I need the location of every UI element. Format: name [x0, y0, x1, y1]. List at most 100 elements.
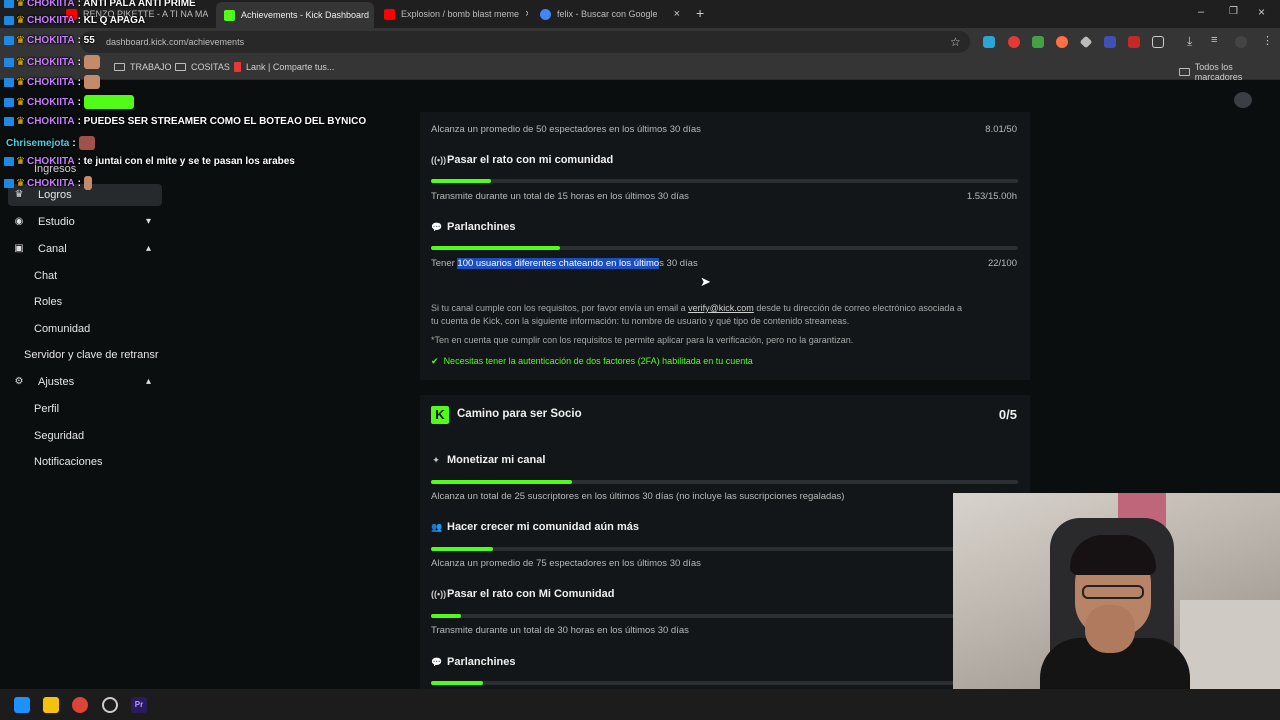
sidebar-item-roles[interactable]: Roles — [34, 296, 62, 308]
gear-icon: ⚙ — [14, 376, 24, 387]
tab-achievements[interactable]: Achievements - Kick Dashboard× — [216, 2, 374, 28]
badge-icon — [4, 36, 14, 45]
maximize-icon[interactable]: ❐ — [1229, 6, 1238, 17]
achievement-title: 👥 Hacer crecer mi comunidad aún más — [431, 521, 639, 533]
channel-icon: ▣ — [14, 243, 24, 254]
close-window-icon[interactable]: × — [1258, 5, 1265, 19]
close-icon[interactable]: × — [519, 8, 528, 20]
user-avatar[interactable] — [1234, 92, 1252, 108]
extension-icon[interactable] — [1056, 36, 1068, 48]
sidebar-item-comunidad[interactable]: Comunidad — [34, 323, 90, 335]
file-explorer-icon[interactable] — [43, 697, 59, 713]
chat-message: ♛ CHOKIITA: PUEDES SER STREAMER COMO EL B… — [4, 116, 366, 127]
verify-top-desc: Alcanza un promedio de 50 espectadores e… — [431, 124, 701, 135]
achievement-desc: Transmite durante un total de 30 horas e… — [431, 625, 689, 636]
chevron-up-icon[interactable]: ▴ — [146, 243, 151, 254]
sidebar-item-canal[interactable]: ▣ Canal — [14, 243, 66, 255]
chevron-down-icon[interactable]: ▾ — [146, 216, 151, 227]
crown-icon: ♛ — [16, 35, 25, 46]
media-icon[interactable]: ≡ — [1211, 34, 1217, 46]
webcam-person-glasses — [1082, 585, 1144, 599]
chat-bubble-icon: 💬 — [431, 656, 443, 667]
sidebar-item-chat[interactable]: Chat — [34, 270, 57, 282]
chat-message: Chrisemejota: — [4, 136, 95, 150]
windows-start-icon[interactable] — [14, 697, 30, 713]
bookmark-trabajo[interactable]: TRABAJO — [114, 62, 172, 72]
verify-disclaimer: *Ten en cuenta que cumplir con los requi… — [431, 335, 854, 345]
extension-icon[interactable] — [1104, 36, 1116, 48]
badge-icon — [4, 157, 14, 166]
sidebar-item-seguridad[interactable]: Seguridad — [34, 430, 84, 442]
progress-bar — [431, 246, 1018, 250]
emote-icon — [83, 55, 100, 69]
crown-icon: ♛ — [16, 177, 25, 189]
extension-icon[interactable] — [983, 36, 995, 48]
check-icon: ✔ — [431, 356, 439, 366]
tab-google[interactable]: felix - Buscar con Google × — [532, 3, 688, 25]
achievement-desc[interactable]: Tener 100 usuarios diferentes chateando … — [431, 258, 698, 269]
sidebar-item-perfil[interactable]: Perfil — [34, 403, 59, 415]
progress-fill — [431, 681, 483, 685]
bookmark-cositas[interactable]: COSITAS — [175, 62, 230, 72]
crown-icon: ♛ — [16, 156, 25, 167]
progress-fill — [431, 547, 494, 551]
download-icon[interactable]: ⤓ — [1187, 34, 1192, 49]
chat-message: ♛ CHOKIITA: KL Q APAGA — [4, 15, 145, 26]
sidebar-item-notificaciones[interactable]: Notificaciones — [34, 456, 102, 468]
puzzle-icon[interactable] — [1152, 36, 1164, 48]
new-tab-button[interactable]: + — [696, 5, 704, 21]
star-icon[interactable]: ☆ — [950, 35, 961, 49]
extension-icon[interactable] — [1032, 36, 1044, 48]
profile-avatar-icon[interactable] — [1235, 36, 1247, 48]
kick-icon — [224, 9, 235, 21]
chat-message: ♛ CHOKIITA: — [4, 176, 92, 190]
chat-message: ♛ CHOKIITA: te juntai con el mite y se te… — [4, 156, 295, 167]
twofa-requirement: ✔ Necesitas tener la autenticación de do… — [431, 356, 753, 366]
address-input[interactable]: dashboard.kick.com/achievements — [80, 31, 970, 53]
premiere-icon[interactable]: Pr — [131, 697, 147, 713]
achievement-desc: Transmite durante un total de 15 horas e… — [431, 191, 689, 202]
minimize-icon[interactable]: – — [1198, 6, 1204, 18]
verify-top-value: 8.01/50 — [985, 124, 1017, 135]
bookmark-all[interactable]: Todos los marcadores — [1179, 62, 1280, 82]
sidebar-item-estudio[interactable]: ◉ Estudio — [14, 216, 75, 228]
bookmarks-bar: TRABAJO COSITAS Lank | Comparte tus... T… — [0, 56, 1280, 82]
verify-note: tu cuenta de Kick, con la siguiente info… — [431, 316, 850, 326]
extension-icon[interactable] — [1008, 36, 1020, 48]
bookmark-lank[interactable]: Lank | Comparte tus... — [234, 62, 334, 72]
achievement-desc: Alcanza un promedio de 75 espectadores e… — [431, 558, 701, 569]
sidebar-item-ajustes[interactable]: ⚙ Ajustes — [14, 376, 75, 388]
sidebar-item-servidor[interactable]: Servidor y clave de retransr — [24, 349, 164, 361]
achievement-title: ✦ Monetizar mi canal — [432, 454, 546, 466]
badge-icon — [4, 0, 14, 8]
badge-icon — [4, 117, 14, 126]
broadcast-icon: ((•)) — [431, 155, 447, 165]
chat-message: ♛ CHOKIITA: — [4, 95, 134, 109]
crown-icon: ♛ — [16, 96, 25, 108]
close-icon[interactable]: × — [369, 9, 374, 21]
chevron-up-icon[interactable]: ▴ — [146, 376, 151, 387]
crown-icon: ♛ — [16, 56, 25, 68]
achievement-title: 💬 Parlanchines — [431, 656, 516, 668]
badge-icon — [4, 97, 14, 107]
extension-icon[interactable] — [1128, 36, 1140, 48]
achievement-title: ((•)) Pasar el rato con Mi Comunidad — [431, 588, 615, 600]
chat-message: ♛ CHOKIITA: ANTI PALA ANTI PRIME — [4, 0, 196, 9]
progress-bar — [431, 547, 1018, 551]
taskbar: Pr — [0, 689, 1280, 720]
progress-bar — [431, 179, 1018, 183]
users-icon: 👥 — [431, 521, 443, 532]
sidebar-item-logros[interactable]: ♛ Logros — [14, 189, 72, 201]
chrome-icon[interactable] — [72, 697, 88, 713]
email-link[interactable]: verify@kick.com — [688, 303, 754, 313]
achievement-desc: Alcanza un total de 25 suscriptores en l… — [431, 491, 845, 502]
google-icon — [540, 8, 551, 20]
obs-icon[interactable] — [102, 697, 118, 713]
tab-explosion[interactable]: Explosion / bomb blast meme× — [376, 3, 528, 25]
progress-fill — [431, 480, 572, 484]
folder-icon — [114, 63, 125, 71]
close-icon[interactable]: × — [668, 8, 680, 20]
menu-icon[interactable]: ⋮ — [1262, 34, 1273, 47]
broadcast-icon: ((•)) — [431, 589, 447, 599]
kick-emote-icon — [83, 95, 134, 109]
